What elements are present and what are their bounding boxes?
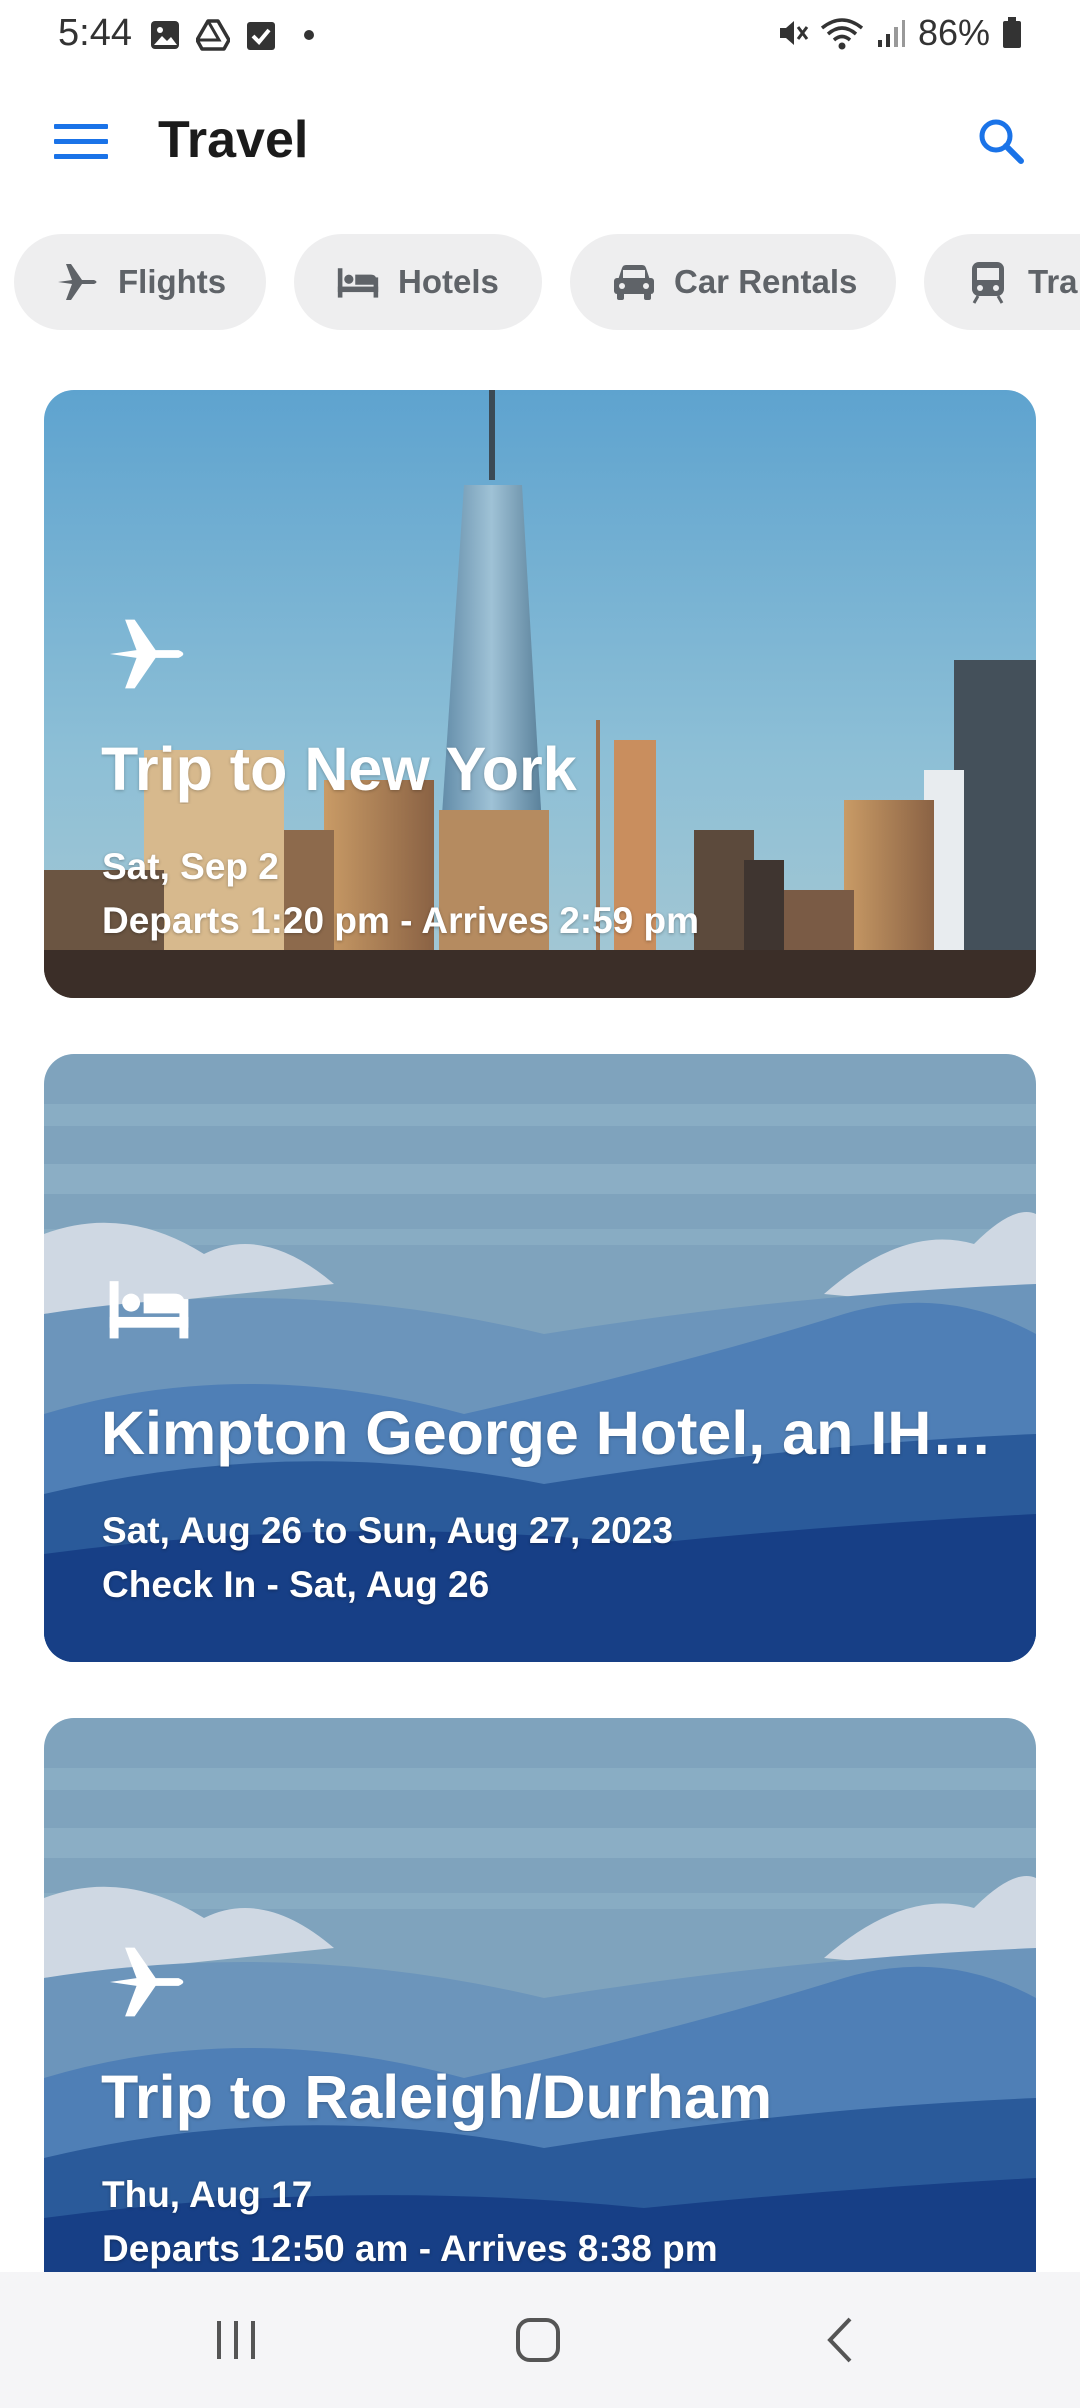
category-chips: Flights Hotels Car Rentals Tra bbox=[0, 234, 1080, 330]
trip-card-new-york[interactable]: Trip to New York Sat, Sep 2 Departs 1:20… bbox=[44, 390, 1036, 998]
travel-screen: 5:44 86% Travel Flights Hotels Car Renta… bbox=[0, 0, 1080, 2408]
car-icon bbox=[612, 260, 656, 304]
chip-label: Hotels bbox=[398, 263, 499, 300]
chip-label: Car Rentals bbox=[674, 263, 858, 300]
card-date: Sat, Sep 2 bbox=[102, 846, 279, 887]
home-button[interactable] bbox=[488, 2302, 588, 2382]
menu-button[interactable] bbox=[46, 114, 116, 174]
recents-icon bbox=[213, 2317, 259, 2368]
home-icon bbox=[513, 2315, 563, 2370]
signal-icon bbox=[874, 16, 908, 50]
chip-trains[interactable]: Tra bbox=[924, 234, 1080, 330]
card-details: Departs 1:20 pm - Arrives 2:59 pm bbox=[102, 900, 700, 941]
airplane-icon bbox=[56, 260, 100, 304]
wifi-icon bbox=[820, 16, 864, 50]
back-icon bbox=[820, 2315, 860, 2370]
bed-icon bbox=[336, 260, 380, 304]
status-time: 5:44 bbox=[58, 12, 132, 54]
gallery-icon bbox=[148, 18, 182, 52]
search-button[interactable] bbox=[966, 108, 1036, 178]
airplane-icon bbox=[106, 1940, 196, 2030]
back-button[interactable] bbox=[790, 2302, 890, 2382]
battery-percent: 86% bbox=[917, 12, 990, 53]
card-title: Kimpton George Hotel, an IHG… bbox=[101, 1399, 1022, 1467]
battery-icon bbox=[1000, 16, 1024, 50]
page-title: Travel bbox=[158, 111, 309, 169]
card-details: Check In - Sat, Aug 26 bbox=[102, 1564, 490, 1605]
chip-label: Flights bbox=[118, 263, 227, 300]
card-date: Sat, Aug 26 to Sun, Aug 27, 2023 bbox=[102, 1510, 673, 1551]
chip-flights[interactable]: Flights bbox=[14, 234, 266, 330]
trip-card-hotel[interactable]: Kimpton George Hotel, an IHG… Sat, Aug 2… bbox=[44, 1054, 1036, 1662]
card-date: Thu, Aug 17 bbox=[102, 2174, 313, 2215]
status-bar: 5:44 86% bbox=[0, 0, 1080, 74]
system-nav-bar bbox=[0, 2272, 1080, 2408]
tasks-icon bbox=[244, 18, 278, 52]
card-title: Trip to New York bbox=[101, 735, 577, 803]
search-icon bbox=[977, 117, 1025, 170]
hamburger-menu-icon bbox=[52, 122, 110, 167]
card-title: Trip to Raleigh/Durham bbox=[101, 2063, 773, 2131]
app-bar: Travel bbox=[0, 74, 1080, 210]
recents-button[interactable] bbox=[186, 2302, 286, 2382]
drive-icon bbox=[196, 18, 230, 52]
mute-icon bbox=[776, 16, 810, 50]
trip-card-raleigh-durham[interactable]: Trip to Raleigh/Durham Thu, Aug 17 Depar… bbox=[44, 1718, 1036, 2326]
bed-icon bbox=[106, 1274, 196, 1364]
dot-icon bbox=[304, 30, 314, 40]
status-left-icons bbox=[148, 18, 314, 52]
train-icon bbox=[966, 260, 1010, 304]
chip-hotels[interactable]: Hotels bbox=[294, 234, 542, 330]
chip-car-rentals[interactable]: Car Rentals bbox=[570, 234, 896, 330]
chip-label: Tra bbox=[1028, 263, 1078, 300]
card-details: Departs 12:50 am - Arrives 8:38 pm bbox=[102, 2228, 718, 2269]
status-right: 86% bbox=[776, 12, 1024, 54]
airplane-icon bbox=[106, 612, 196, 702]
